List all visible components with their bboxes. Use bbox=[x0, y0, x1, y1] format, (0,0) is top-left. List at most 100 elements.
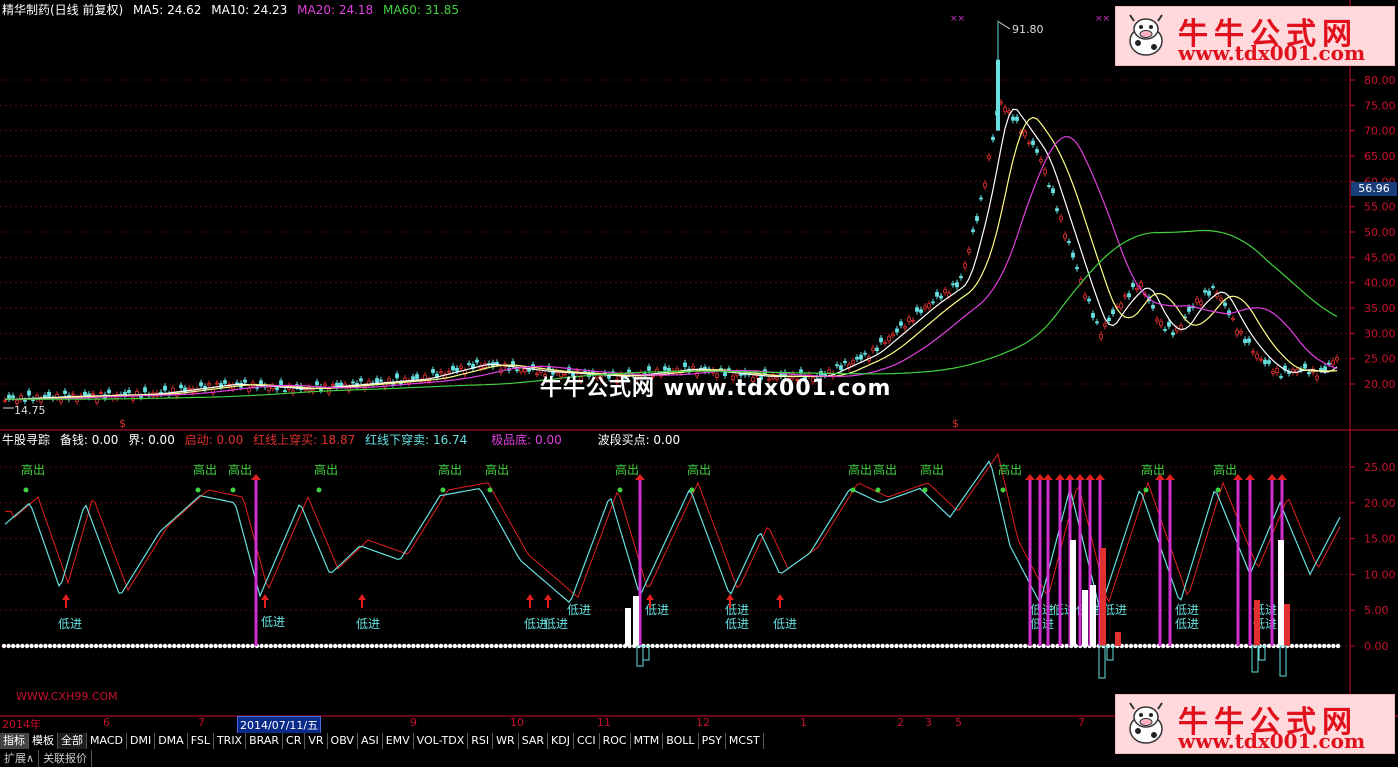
expand-button[interactable]: 扩展∧ bbox=[0, 750, 40, 767]
baseline-dot bbox=[29, 643, 34, 649]
signal-high-label: 高出 bbox=[848, 462, 872, 477]
baseline-dot bbox=[291, 643, 296, 649]
candle-body bbox=[495, 361, 499, 365]
time-cursor-date[interactable]: 2014/07/11/五 bbox=[237, 716, 322, 734]
tab-macd[interactable]: MACD bbox=[87, 733, 127, 749]
tab-cci[interactable]: CCI bbox=[573, 733, 600, 749]
baseline-dot bbox=[530, 643, 536, 649]
candle-body bbox=[907, 317, 911, 323]
signal-high-dot bbox=[23, 487, 29, 493]
tab-boll[interactable]: BOLL bbox=[663, 733, 699, 749]
baseline-dot bbox=[277, 643, 283, 649]
tab-指标[interactable]: 指标 bbox=[0, 733, 29, 749]
time-label: 7 bbox=[1078, 716, 1085, 729]
tab-fsl[interactable]: FSL bbox=[187, 733, 214, 749]
candle-body bbox=[1015, 116, 1019, 121]
indicator-item: 红线上穿买: 18.87 bbox=[253, 433, 356, 447]
linked-quote-button[interactable]: 关联报价 bbox=[39, 750, 93, 767]
candle-body bbox=[919, 309, 923, 313]
candle-body bbox=[1095, 321, 1099, 324]
signal-bar bbox=[1058, 480, 1062, 646]
tab-dma[interactable]: DMA bbox=[155, 733, 188, 749]
candle-body bbox=[963, 263, 967, 268]
time-label: 5 bbox=[955, 716, 962, 729]
baseline-dot bbox=[392, 643, 398, 649]
tab-cr[interactable]: CR bbox=[283, 733, 306, 749]
baseline-dot bbox=[774, 643, 779, 649]
baseline-dot bbox=[521, 643, 526, 649]
tab-全部[interactable]: 全部 bbox=[58, 733, 87, 749]
tab-dmi[interactable]: DMI bbox=[126, 733, 156, 749]
tab-vr[interactable]: VR bbox=[305, 733, 328, 749]
tab-asi[interactable]: ASI bbox=[357, 733, 383, 749]
baseline-dot bbox=[1211, 643, 1217, 649]
tab-mtm[interactable]: MTM bbox=[630, 733, 664, 749]
tab-模板[interactable]: 模板 bbox=[29, 733, 58, 749]
tab-brar[interactable]: BRAR bbox=[246, 733, 284, 749]
tab-rsi[interactable]: RSI bbox=[468, 733, 494, 749]
candle-body bbox=[139, 396, 143, 398]
baseline-dot bbox=[231, 643, 237, 649]
ma20-line bbox=[5, 136, 1338, 400]
candle-body bbox=[187, 387, 191, 390]
baseline-dot bbox=[374, 643, 379, 649]
baseline-dot bbox=[489, 643, 494, 649]
baseline-dot bbox=[24, 643, 30, 649]
signal-high-dot bbox=[875, 487, 881, 493]
time-label: 9 bbox=[410, 716, 417, 729]
baseline-dot bbox=[328, 643, 333, 649]
baseline-dot bbox=[940, 643, 945, 649]
tab-mcst[interactable]: MCST bbox=[725, 733, 764, 749]
baseline-dot bbox=[802, 643, 807, 649]
signal-high-dot bbox=[195, 487, 201, 493]
tab-trix[interactable]: TRIX bbox=[213, 733, 247, 749]
baseline-dot bbox=[1220, 643, 1226, 649]
candle-body bbox=[1327, 362, 1331, 365]
signal-low-label: 低进 bbox=[544, 617, 568, 631]
indicator-item: 备钱: 0.00 bbox=[59, 433, 119, 447]
baseline-dot bbox=[517, 643, 522, 649]
candle-body bbox=[903, 326, 907, 329]
baseline-dot bbox=[880, 643, 885, 649]
tab-wr[interactable]: WR bbox=[493, 733, 519, 749]
baseline-dot bbox=[793, 643, 798, 649]
baseline-dot bbox=[397, 643, 402, 649]
baseline-dot bbox=[195, 643, 200, 649]
baseline-dot bbox=[839, 643, 844, 649]
candle-body bbox=[1275, 368, 1279, 373]
baseline-dot bbox=[443, 643, 448, 649]
buy-arrow bbox=[261, 594, 269, 608]
candle-body bbox=[43, 394, 47, 398]
baseline-dot bbox=[820, 643, 825, 649]
candle-body bbox=[279, 380, 283, 386]
baseline-dot bbox=[11, 643, 16, 649]
tab-emv[interactable]: EMV bbox=[382, 733, 414, 749]
candle-body bbox=[11, 395, 15, 399]
signal-low-label: 低进 bbox=[356, 617, 380, 631]
tab-kdj[interactable]: KDJ bbox=[548, 733, 574, 749]
baseline-dot bbox=[452, 643, 457, 649]
negative-bar bbox=[1279, 645, 1287, 677]
baseline-dot bbox=[425, 643, 430, 649]
tab-sar[interactable]: SAR bbox=[518, 733, 549, 749]
candle-body bbox=[983, 182, 987, 188]
tab-vol-tdx[interactable]: VOL-TDX bbox=[413, 733, 469, 749]
candle-body bbox=[163, 385, 167, 391]
baseline-dot bbox=[581, 643, 586, 649]
tab-obv[interactable]: OBV bbox=[327, 733, 358, 749]
baseline-dot bbox=[185, 643, 191, 649]
baseline-dot bbox=[1303, 643, 1309, 649]
baseline-dot bbox=[227, 643, 232, 649]
candle-body bbox=[1195, 298, 1199, 303]
baseline-dot bbox=[944, 643, 950, 649]
tab-psy[interactable]: PSY bbox=[698, 733, 726, 749]
baseline-dot bbox=[613, 643, 618, 649]
baseline-dot bbox=[415, 643, 421, 649]
indicator-name: 牛股寻踪 bbox=[2, 433, 51, 447]
signal-bar bbox=[1038, 480, 1042, 646]
baseline-dot bbox=[130, 643, 135, 649]
time-axis: 2014年 6 7 2014/07/11/五 9 10 11 12 1 2 3 … bbox=[0, 716, 1350, 734]
indicator-tabs: 指标 模板 全部 MACD DMI DMA FSL TRIX BRAR CR VR OBV ASI EMV… bbox=[0, 733, 764, 749]
tab-roc[interactable]: ROC bbox=[599, 733, 631, 749]
signal-high-dot bbox=[440, 487, 446, 493]
